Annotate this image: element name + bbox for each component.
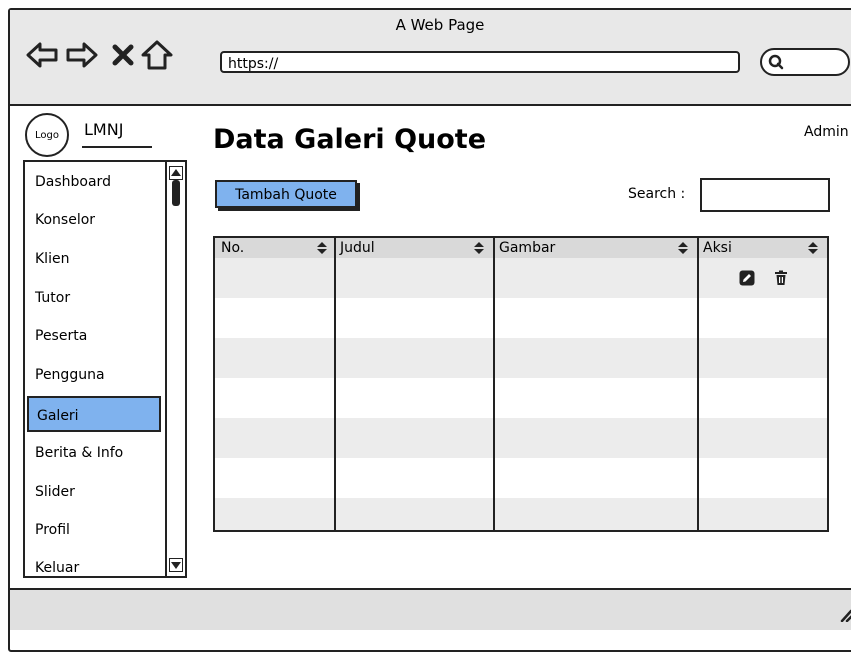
search-input[interactable]	[700, 178, 830, 212]
table-row	[215, 418, 827, 458]
arrow-right-icon	[66, 42, 98, 68]
user-label[interactable]: Admin	[804, 124, 849, 140]
table-row	[215, 498, 827, 530]
column-divider	[493, 238, 495, 530]
brand-name: LMNJ	[84, 120, 124, 139]
sidebar-menu: Dashboard Konselor Klien Tutor Peserta P…	[23, 160, 187, 578]
sidebar-item-konselor[interactable]: Konselor	[27, 202, 161, 238]
table-row	[215, 258, 827, 298]
column-header-gambar[interactable]: Gambar	[495, 238, 698, 258]
home-button[interactable]	[140, 38, 174, 72]
column-divider	[334, 238, 336, 530]
status-bar	[10, 588, 851, 630]
sidebar-item-pengguna[interactable]: Pengguna	[27, 357, 161, 393]
scroll-up-icon[interactable]	[169, 166, 183, 180]
sidebar-item-peserta[interactable]: Peserta	[27, 318, 161, 354]
back-button[interactable]	[25, 38, 59, 72]
window-title: A Web Page	[395, 16, 485, 34]
column-header-judul[interactable]: Judul	[336, 238, 495, 258]
browser-toolbar: A Web Page https://	[10, 10, 851, 106]
page-title: Data Galeri Quote	[213, 124, 487, 155]
sidebar-item-profil[interactable]: Profil	[27, 512, 161, 548]
sidebar-item-dashboard[interactable]: Dashboard	[27, 164, 161, 200]
search-label: Search :	[628, 186, 686, 202]
sort-icon[interactable]	[677, 241, 689, 255]
resize-handle-icon[interactable]	[838, 608, 851, 622]
scroll-down-icon[interactable]	[169, 558, 183, 572]
sidebar-item-berita-info[interactable]: Berita & Info	[27, 435, 161, 471]
sidebar-item-tutor[interactable]: Tutor	[27, 280, 161, 316]
edit-icon[interactable]	[739, 270, 755, 286]
browser-search-button[interactable]	[760, 48, 850, 76]
forward-button[interactable]	[65, 38, 99, 72]
sidebar-item-slider[interactable]: Slider	[27, 474, 161, 510]
add-quote-button[interactable]: Tambah Quote	[215, 180, 357, 208]
quote-table: No. Judul Gambar Aksi	[213, 236, 829, 532]
browser-window: A Web Page https:// Logo LMNJ Dashboard …	[8, 8, 851, 652]
table-row	[215, 378, 827, 418]
sidebar-scrollbar[interactable]	[165, 162, 185, 576]
stop-button[interactable]	[106, 38, 140, 72]
scrollbar-thumb[interactable]	[172, 180, 180, 206]
address-bar[interactable]: https://	[220, 51, 740, 73]
search-icon	[768, 54, 784, 70]
close-icon	[112, 44, 134, 66]
arrow-left-icon	[26, 42, 58, 68]
sort-icon[interactable]	[807, 241, 819, 255]
column-divider	[697, 238, 699, 530]
sort-icon[interactable]	[316, 241, 328, 255]
trash-icon[interactable]	[773, 270, 789, 286]
table-row	[215, 458, 827, 498]
logo: Logo	[25, 113, 69, 157]
sidebar-item-keluar[interactable]: Keluar	[27, 550, 161, 586]
table-row	[215, 338, 827, 378]
sidebar-item-galeri[interactable]: Galeri	[27, 396, 161, 432]
brand-underline	[82, 146, 152, 148]
table-row	[215, 298, 827, 338]
home-icon	[141, 40, 173, 70]
sidebar-item-klien[interactable]: Klien	[27, 241, 161, 277]
sort-icon[interactable]	[473, 241, 485, 255]
page-content: Logo LMNJ Dashboard Konselor Klien Tutor…	[10, 106, 851, 586]
